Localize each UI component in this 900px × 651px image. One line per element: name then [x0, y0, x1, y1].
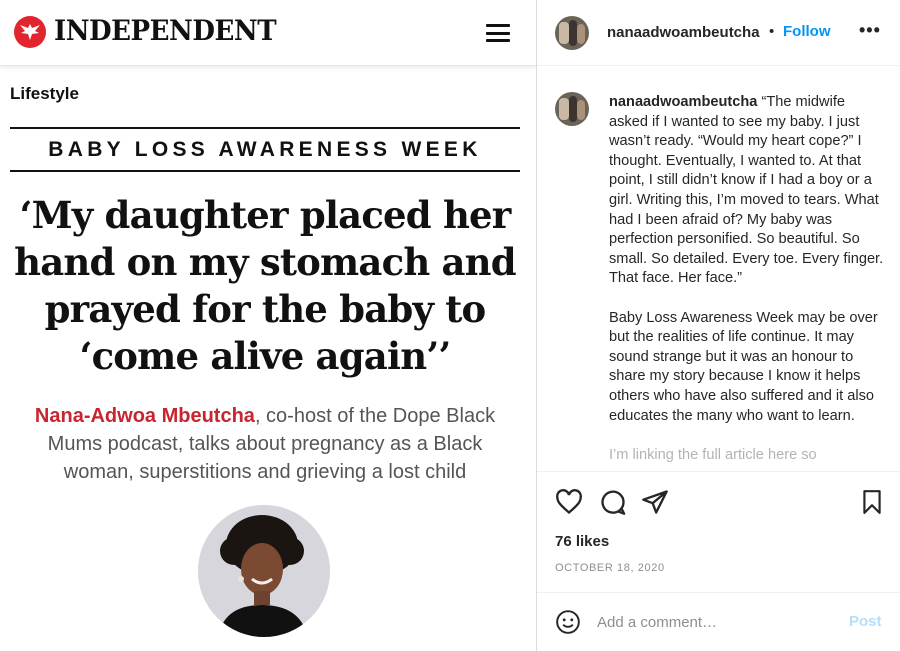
bookmark-icon[interactable] — [859, 488, 885, 521]
heart-icon[interactable] — [555, 488, 583, 521]
comment-icon[interactable] — [599, 488, 627, 521]
like-count[interactable]: 76 likes — [555, 533, 609, 550]
avatar[interactable] — [555, 92, 589, 126]
brand-name[interactable]: INDEPENDENT — [54, 14, 277, 47]
divider-top — [10, 127, 520, 129]
separator-dot: • — [769, 23, 775, 40]
caption-paragraph-2: Baby Loss Awareness Week may be over but… — [609, 309, 878, 424]
author-name: Nana-Adwoa Mbeutcha — [34, 405, 255, 427]
post-caption: nanaadwoambeutcha “The midwife asked if … — [609, 93, 887, 471]
caption-username[interactable]: nanaadwoambeutcha — [609, 94, 757, 110]
article-standfirst: Nana-Adwoa Mbeutcha, co-host of the Dope… — [10, 402, 520, 486]
caption-paragraph-3: I’m linking the full article here so — [609, 446, 817, 463]
divider-bottom — [10, 170, 520, 172]
article-headline: ‘My daughter placed her hand on my stoma… — [14, 193, 517, 378]
post-button[interactable]: Post — [849, 613, 882, 630]
article-panel: INDEPENDENT Lifestyle BABY LOSS AWARENES… — [0, 0, 536, 651]
comment-input[interactable] — [597, 611, 827, 633]
follow-button[interactable]: Follow — [783, 23, 831, 40]
emoji-icon[interactable] — [555, 609, 581, 640]
more-options-icon[interactable]: ••• — [859, 20, 881, 41]
username-link[interactable]: nanaadwoambeutcha — [607, 24, 760, 41]
author-portrait — [198, 505, 330, 637]
instagram-panel: nanaadwoambeutcha • Follow ••• nanaadwoa… — [536, 0, 900, 651]
post-date[interactable]: OCTOBER 18, 2020 — [555, 562, 665, 574]
eagle-logo-icon[interactable] — [14, 16, 46, 48]
post-header: nanaadwoambeutcha • Follow ••• — [537, 0, 900, 66]
independent-header: INDEPENDENT — [0, 0, 536, 66]
avatar[interactable] — [555, 16, 589, 50]
section-label[interactable]: Lifestyle — [10, 84, 79, 104]
caption-paragraph-1: “The midwife asked if I wanted to see my… — [609, 94, 884, 287]
actions-divider — [537, 471, 900, 472]
menu-icon[interactable] — [486, 24, 512, 42]
caption-scroll-area[interactable]: nanaadwoambeutcha “The midwife asked if … — [537, 67, 900, 471]
share-icon[interactable] — [641, 488, 669, 521]
kicker: BABY LOSS AWARENESS WEEK — [48, 138, 482, 161]
comment-bar: Post — [537, 592, 900, 651]
